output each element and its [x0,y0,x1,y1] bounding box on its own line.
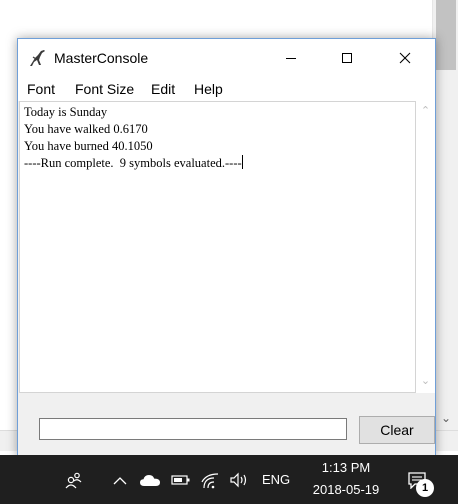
text-caret [241,155,243,169]
scroll-up-icon[interactable]: ⌃ [416,103,435,120]
output-line-status: ----Run complete. 9 symbols evaluated.--… [24,155,243,172]
menu-font[interactable]: Font [27,80,55,98]
master-console-window: MasterConsole Font Font Size Edit Help T… [17,38,436,459]
menu-bar: Font Font Size Edit Help [18,77,435,101]
output-line: Today is Sunday [24,105,108,119]
close-icon [399,52,411,64]
menu-edit[interactable]: Edit [151,80,175,98]
output-vertical-scrollbar[interactable]: ⌃ ⌄ [416,101,435,393]
wifi-icon[interactable] [200,469,222,491]
menu-font-size[interactable]: Font Size [75,80,134,98]
title-bar[interactable]: MasterConsole [18,39,435,77]
dinosaur-icon [30,50,45,66]
output-line: You have walked 0.6170 [24,122,148,136]
notification-count-badge: 1 [416,479,434,497]
maximize-button[interactable] [324,39,370,77]
show-hidden-icons-chevron-icon[interactable] [110,469,130,491]
output-line: You have burned 40.1050 [24,139,153,153]
clock-date[interactable]: 2018-05-19 [300,481,392,498]
taskbar: ENG 1:13 PM 2018-05-19 1 [0,455,458,504]
status-text: ----Run complete. 9 symbols evaluated.--… [24,156,242,170]
minimize-icon [286,58,296,59]
command-input[interactable] [39,418,347,440]
maximize-icon [342,53,352,63]
volume-icon[interactable] [228,469,252,491]
background-scroll-down-icon[interactable]: ⌄ [436,408,456,428]
language-indicator[interactable]: ENG [262,471,290,489]
people-icon[interactable] [62,469,86,491]
clock-time[interactable]: 1:13 PM [300,459,392,476]
battery-icon[interactable] [170,469,192,491]
console-output[interactable]: Today is Sunday You have walked 0.6170 Y… [19,101,416,393]
menu-help[interactable]: Help [194,80,223,98]
clear-button[interactable]: Clear [359,416,435,444]
close-button[interactable] [382,39,428,77]
background-scrollbar-thumb[interactable] [436,0,456,70]
window-title: MasterConsole [54,50,149,66]
scroll-down-icon[interactable]: ⌄ [416,373,435,390]
onedrive-cloud-icon[interactable] [138,469,162,491]
minimize-button[interactable] [268,39,314,77]
